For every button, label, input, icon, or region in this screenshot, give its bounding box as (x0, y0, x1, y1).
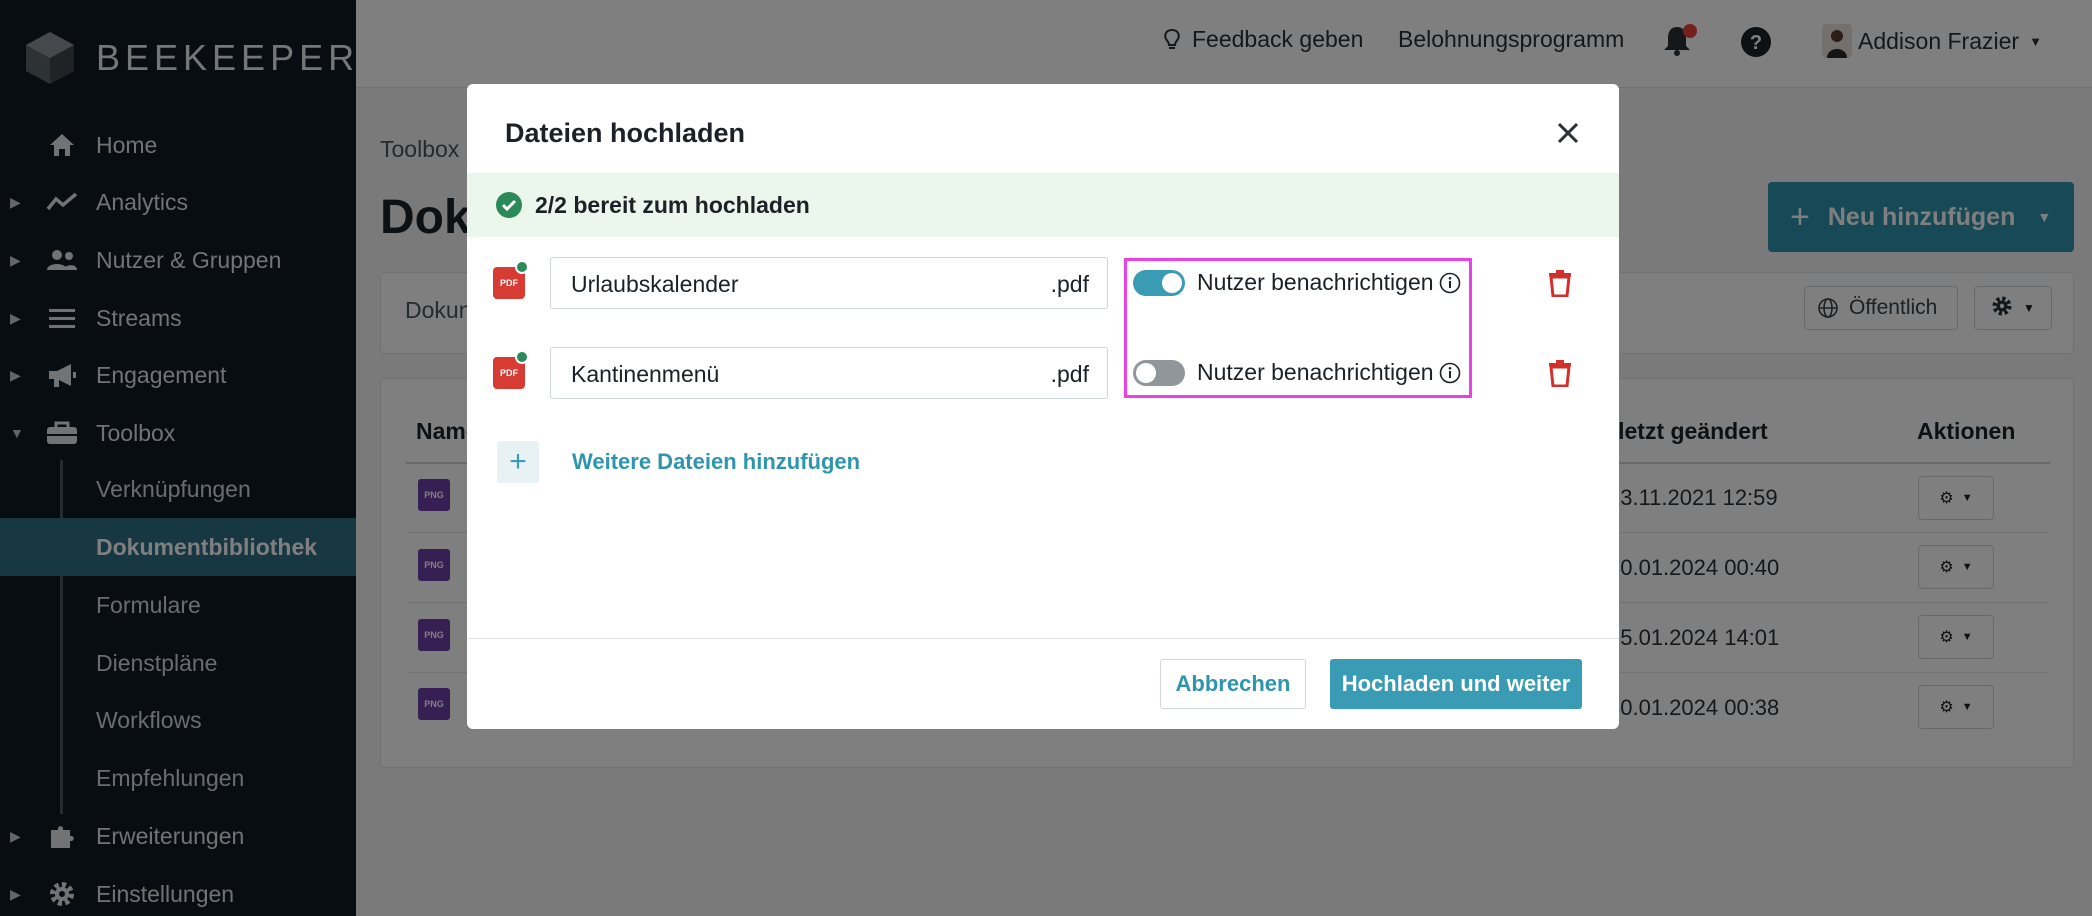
file-extension: .pdf (1050, 361, 1089, 387)
cancel-button[interactable]: Abbrechen (1160, 659, 1306, 709)
file-name-input[interactable] (571, 360, 1031, 388)
notify-highlight-box (1124, 258, 1472, 398)
upload-status-text: 2/2 bereit zum hochladen (535, 191, 810, 218)
close-icon (1557, 122, 1579, 144)
check-badge-icon (515, 260, 529, 274)
upload-dialog: Dateien hochladen 2/2 bereit zum hochlad… (467, 84, 1619, 729)
upload-and-continue-button[interactable]: Hochladen und weiter (1330, 659, 1582, 709)
trash-icon[interactable] (1547, 359, 1573, 387)
close-button[interactable] (1553, 118, 1583, 148)
upload-status-banner: 2/2 bereit zum hochladen (467, 173, 1619, 237)
trash-icon[interactable] (1547, 269, 1573, 297)
file-name-input[interactable] (571, 270, 1031, 298)
add-more-files-button[interactable]: + (497, 441, 539, 483)
file-extension: .pdf (1050, 271, 1089, 297)
file-name-field[interactable]: .pdf (550, 347, 1108, 399)
file-name-field[interactable]: .pdf (550, 257, 1108, 309)
add-more-files-link[interactable]: Weitere Dateien hinzufügen (572, 449, 860, 475)
plus-icon: + (509, 445, 527, 478)
check-badge-icon (515, 350, 529, 364)
check-circle-icon (496, 192, 522, 218)
dialog-title: Dateien hochladen (505, 118, 746, 148)
footer-divider (467, 638, 1619, 639)
